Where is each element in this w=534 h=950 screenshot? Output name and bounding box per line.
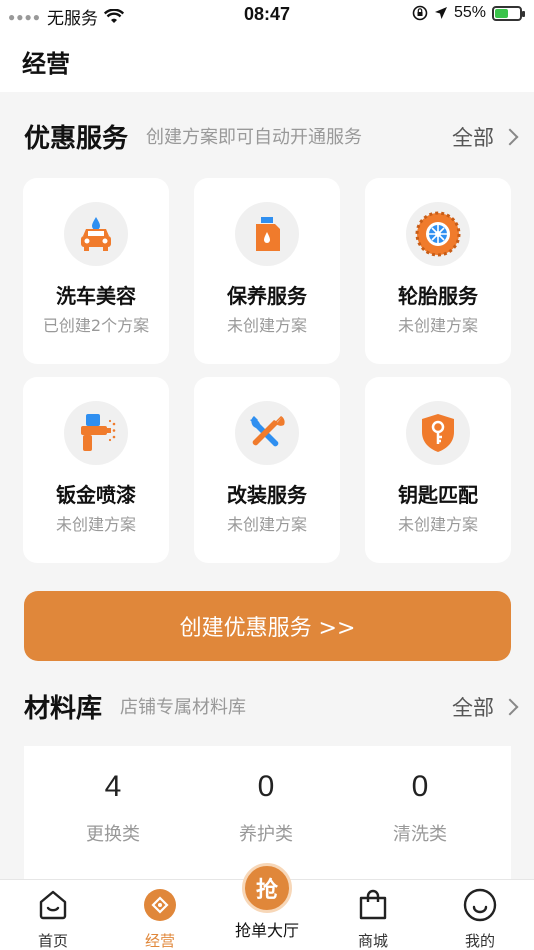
shopping-bag-icon — [328, 886, 418, 924]
status-bar: ●●●● 无服务 08:47 55% — [0, 0, 534, 30]
discount-section-subtitle: 创建方案即可自动开通服务 — [146, 127, 363, 148]
key-shield-icon — [406, 401, 470, 465]
location-icon — [434, 7, 447, 19]
tab-business[interactable]: 经营 — [115, 886, 205, 950]
profile-icon — [435, 886, 525, 924]
spray-gun-icon — [64, 401, 128, 465]
service-card-status: 未创建方案 — [226, 316, 307, 335]
service-card-key[interactable]: 钥匙匹配 未创建方案 — [365, 377, 511, 563]
tire-icon — [406, 202, 470, 266]
materials-all-link[interactable]: 全部 — [452, 692, 519, 722]
business-icon — [115, 886, 205, 924]
material-stat-label: 清洗类 — [393, 824, 447, 845]
materials-all-label: 全部 — [452, 696, 494, 720]
service-card-car-wash[interactable]: 洗车美容 已创建2个方案 — [23, 178, 169, 364]
material-stat-label: 养护类 — [239, 824, 293, 845]
discount-section-title: 优惠服务 — [24, 123, 129, 154]
discount-all-link[interactable]: 全部 — [452, 122, 519, 152]
tab-label: 抢单大厅 — [234, 921, 299, 940]
tools-icon — [235, 401, 299, 465]
service-card-name: 轮胎服务 — [398, 284, 478, 308]
material-stat-care[interactable]: 0 养护类 — [206, 770, 326, 846]
service-card-status: 未创建方案 — [397, 316, 478, 335]
page-title: 经营 — [22, 50, 70, 78]
car-wash-icon — [64, 202, 128, 266]
service-card-status: 未创建方案 — [55, 515, 136, 534]
material-stat-replace[interactable]: 4 更换类 — [53, 770, 173, 846]
materials-section-header: 材料库 店铺专属材料库 全部 — [24, 686, 519, 726]
service-card-tire[interactable]: 轮胎服务 未创建方案 — [365, 178, 511, 364]
tab-label: 商城 — [357, 932, 388, 950]
material-stat-value: 0 — [411, 770, 429, 803]
service-card-name: 改装服务 — [227, 483, 307, 507]
discount-all-label: 全部 — [452, 126, 494, 150]
materials-section-subtitle: 店铺专属材料库 — [120, 697, 247, 718]
orientation-lock-icon — [412, 5, 428, 21]
grab-order-icon: 抢 — [242, 863, 292, 913]
service-card-status: 未创建方案 — [397, 515, 478, 534]
tab-profile[interactable]: 我的 — [435, 886, 525, 950]
service-card-status: 已创建2个方案 — [42, 316, 150, 335]
tab-label: 我的 — [464, 932, 495, 950]
tab-label: 经营 — [144, 932, 175, 950]
chevron-right-icon — [501, 698, 519, 716]
battery-icon — [492, 5, 525, 21]
service-card-paint[interactable]: 钣金喷漆 未创建方案 — [23, 377, 169, 563]
create-discount-button[interactable]: 创建优惠服务 >> — [24, 591, 511, 661]
service-card-maintenance[interactable]: 保养服务 未创建方案 — [194, 178, 340, 364]
service-card-status: 未创建方案 — [226, 515, 307, 534]
material-stat-value: 4 — [104, 770, 122, 803]
service-card-modification[interactable]: 改装服务 未创建方案 — [194, 377, 340, 563]
tab-mall[interactable]: 商城 — [328, 886, 418, 950]
battery-fill — [495, 8, 509, 18]
status-right: 55% — [412, 4, 525, 22]
battery-percent: 55% — [453, 4, 486, 21]
service-card-name: 保养服务 — [227, 284, 307, 308]
material-stat-label: 更换类 — [86, 824, 140, 845]
tab-grab-order[interactable]: 抢 抢单大厅 — [222, 855, 312, 941]
material-stat-value: 0 — [257, 770, 275, 803]
service-card-name: 钣金喷漆 — [56, 483, 136, 507]
materials-section-title: 材料库 — [24, 693, 103, 724]
service-card-name: 钥匙匹配 — [398, 483, 478, 507]
oil-can-icon — [235, 202, 299, 266]
material-stat-clean[interactable]: 0 清洗类 — [360, 770, 480, 846]
tab-home[interactable]: 首页 — [8, 886, 98, 950]
service-card-name: 洗车美容 — [56, 284, 136, 308]
tab-label: 首页 — [37, 932, 68, 950]
chevron-right-icon — [501, 128, 519, 146]
discount-section-header: 优惠服务 创建方案即可自动开通服务 全部 — [24, 116, 519, 156]
page-header: 经营 — [0, 30, 534, 92]
home-icon — [8, 886, 98, 924]
